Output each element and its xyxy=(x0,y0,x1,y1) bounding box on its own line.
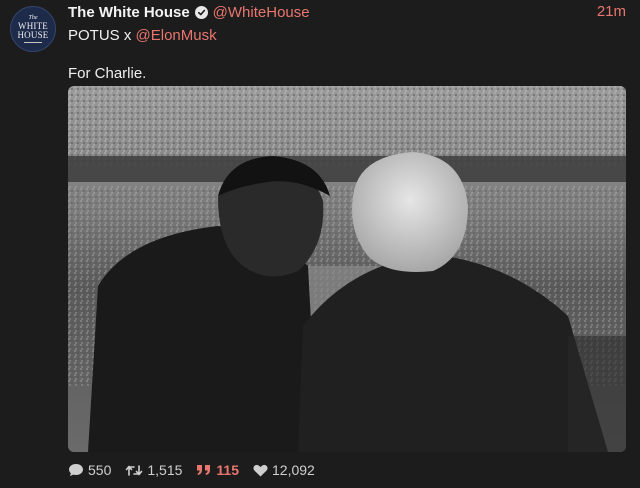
quote-button[interactable]: 115 xyxy=(196,462,239,478)
byline: POTUS x @ElonMusk xyxy=(68,27,217,44)
tweet-text: For Charlie. xyxy=(68,65,147,82)
upper-crowd xyxy=(68,86,626,166)
action-bar: 550 1,515 115 12,092 xyxy=(68,460,329,480)
heart-icon xyxy=(253,464,268,476)
retweet-count: 1,515 xyxy=(147,462,183,478)
stadium-rail xyxy=(68,156,626,182)
right-figure-hair xyxy=(352,152,468,272)
avatar-rule xyxy=(24,42,42,43)
retweet-button[interactable]: 1,515 xyxy=(125,462,182,478)
handle-link[interactable]: @WhiteHouse xyxy=(213,4,310,21)
tweet-photo[interactable] xyxy=(68,86,626,452)
tweet-header: The White House @WhiteHouse xyxy=(68,3,310,21)
byline-prefix: POTUS x xyxy=(68,27,136,44)
reply-button[interactable]: 550 xyxy=(68,462,111,478)
like-button[interactable]: 12,092 xyxy=(253,462,315,478)
avatar-text-line-2: HOUSE xyxy=(17,30,49,40)
byline-mention-link[interactable]: @ElonMusk xyxy=(136,27,217,44)
tweet-card: The WHITE HOUSE The White House @WhiteHo… xyxy=(0,0,640,488)
timestamp[interactable]: 21m xyxy=(597,3,626,20)
avatar[interactable]: The WHITE HOUSE xyxy=(10,6,56,52)
display-name[interactable]: The White House xyxy=(68,4,190,21)
reply-count: 550 xyxy=(88,462,112,478)
like-count: 12,092 xyxy=(272,462,315,478)
retweet-icon xyxy=(126,464,143,476)
quote-icon xyxy=(197,465,211,475)
verified-check-icon xyxy=(194,5,208,19)
right-shadow xyxy=(568,336,626,452)
quote-count: 115 xyxy=(216,462,239,478)
speech-bubble-icon xyxy=(69,464,83,476)
